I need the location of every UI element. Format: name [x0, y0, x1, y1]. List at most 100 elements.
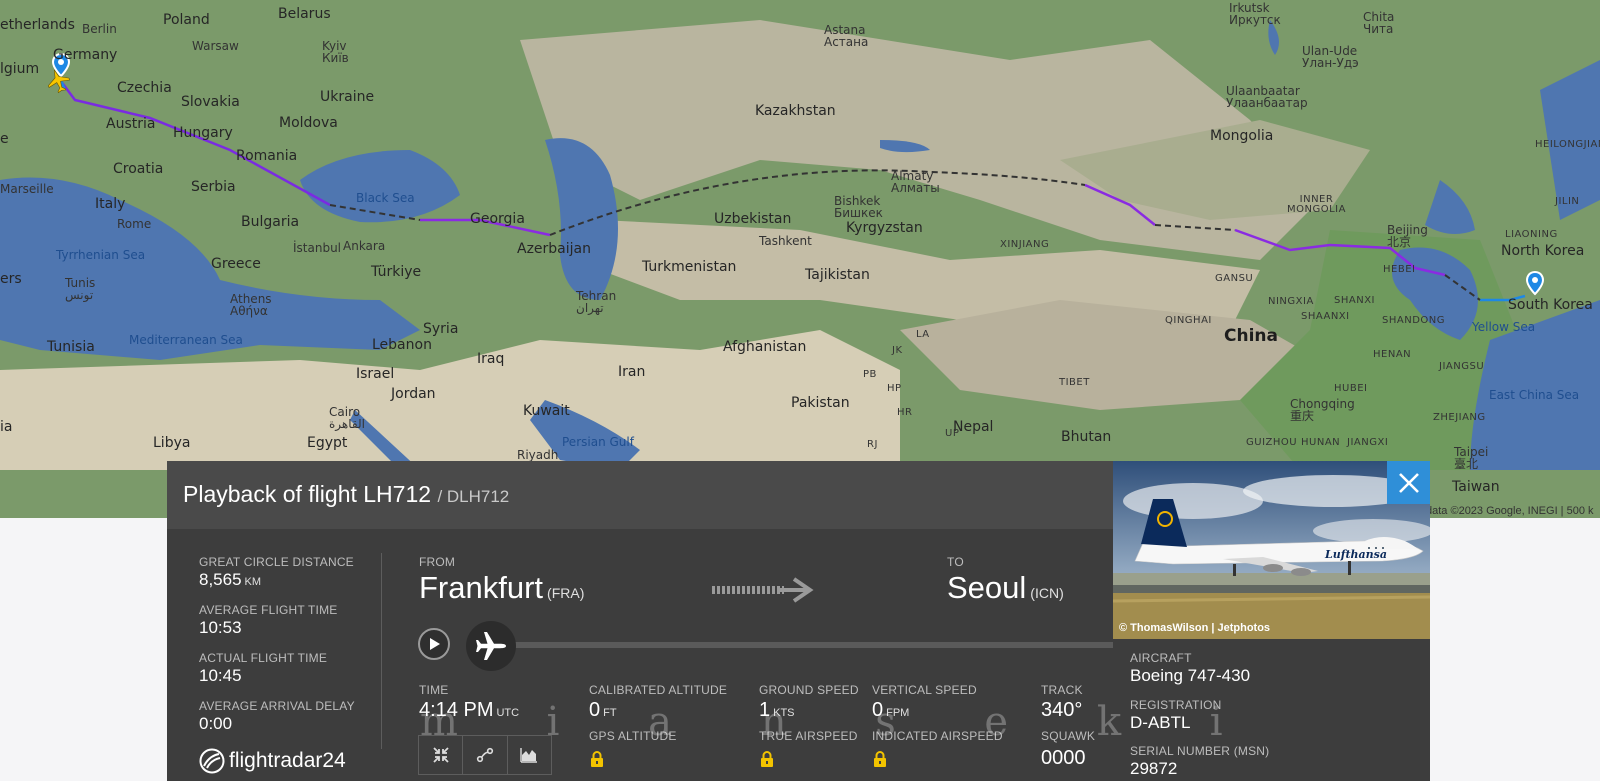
map-label: HUBEI [1334, 383, 1368, 394]
map-label: INNER MONGOLIA [1287, 194, 1346, 215]
play-button[interactable] [418, 628, 450, 660]
map-label: Slovakia [181, 94, 240, 110]
gps-altitude-label: GPS ALTITUDE [589, 729, 677, 743]
map-label: Azerbaijan [517, 241, 591, 257]
map-label: SHAANXI [1301, 311, 1350, 322]
map-label: Rome [117, 217, 152, 231]
map-label: HP [887, 383, 902, 394]
map-label: Germany [53, 47, 118, 63]
map-label: SHANDONG [1382, 315, 1445, 326]
serial-number-value: 29872 [1130, 759, 1178, 778]
vertical-speed-unit: FPM [886, 707, 910, 719]
map-label: Greece [211, 256, 261, 272]
map-label: UP [945, 428, 960, 439]
map-label: lgium [0, 61, 40, 77]
ground-speed-value: 1 KTS [759, 699, 795, 722]
map-label: Tajikistan [805, 267, 870, 283]
panel-header: Playback of flight LH712 / DLH712 [167, 461, 1113, 529]
close-button[interactable] [1387, 461, 1430, 504]
map-label: China [1224, 326, 1278, 346]
map-label: Georgia [470, 211, 525, 227]
map-label: Türkiye [371, 264, 422, 280]
map-label: Romania [236, 148, 298, 164]
altitude-number: 0 [589, 699, 601, 721]
map-label: Mediterranean Sea [129, 333, 243, 347]
map-label: Kyrgyzstan [846, 220, 923, 236]
average-flight-time-value: 10:53 [199, 618, 242, 637]
from-label: FROM [419, 555, 456, 569]
map-label: XINJIANG [1000, 239, 1050, 250]
livery-text: Lufthansa [1324, 548, 1387, 561]
destination-code: (ICN) [1030, 585, 1064, 601]
map-label: Black Sea [356, 191, 415, 205]
average-arrival-delay-value: 0:00 [199, 714, 233, 733]
map-label: Warsaw [192, 39, 239, 53]
route-button[interactable] [463, 736, 508, 774]
radar-logo-icon [199, 748, 225, 774]
map-label: Syria [423, 321, 459, 337]
map-label: Ulan-Ude Улан-Удэ [1302, 44, 1359, 70]
route-arrow-icon [712, 577, 814, 603]
collapse-view-button[interactable] [419, 736, 464, 774]
flight-map[interactable]: etherlands Berlin Poland Belarus lgium G… [0, 0, 1600, 518]
time-value: 4:14 PM UTC [419, 699, 519, 722]
map-label: SHANXI [1334, 295, 1375, 306]
registration-label: REGISTRATION [1130, 698, 1222, 712]
collapse-icon [433, 747, 449, 763]
map-label: Austria [106, 116, 156, 132]
map-copyright: data ©2023 Google, INEGI | 500 k [1426, 505, 1594, 517]
map-label: JK [892, 345, 903, 356]
map-label: Egypt [307, 435, 348, 451]
map-label: Libya [153, 435, 191, 451]
distance-unit: KM [244, 576, 262, 588]
graph-button[interactable] [508, 736, 551, 774]
time-label: TIME [419, 683, 449, 697]
track-value: 340° [1041, 699, 1083, 721]
map-label: ZHEJIANG [1433, 412, 1486, 423]
lock-icon [761, 751, 773, 767]
flight-title: Playback of flight LH712 [183, 481, 432, 507]
map-label: Irkutsk Иркутск [1229, 1, 1281, 27]
origin-city: Frankfurt (FRA) [419, 570, 584, 606]
map-label: Moldova [279, 115, 338, 131]
playback-slider-handle[interactable] [466, 621, 516, 671]
map-label: Bishkek Бишкек [834, 194, 883, 220]
map-label: Afghanistan [723, 339, 807, 355]
map-label: Serbia [191, 179, 236, 195]
airplane-icon [476, 632, 506, 660]
map-label: Ankara [343, 239, 386, 253]
playback-panel: Playback of flight LH712 / DLH712 GREAT … [167, 461, 1233, 781]
great-circle-distance-label: GREAT CIRCLE DISTANCE [199, 555, 354, 569]
ground-speed-label: GROUND SPEED [759, 683, 859, 697]
map-label: North Korea [1501, 243, 1585, 259]
map-label: Cairo القاهرة [329, 405, 365, 431]
map-label: Croatia [113, 161, 164, 177]
map-label: HEBEI [1383, 264, 1416, 275]
map-label: Riyadh [517, 448, 559, 462]
map-label: Bulgaria [241, 214, 300, 230]
map-label: GANSU [1215, 273, 1254, 284]
map-label: Israel [356, 366, 395, 382]
map-label: Taiwan [1452, 479, 1500, 495]
calibrated-altitude-label: CALIBRATED ALTITUDE [589, 683, 728, 697]
map-label: Chongqing 重庆 [1290, 397, 1355, 423]
map-label: HEILONGJIAN [1535, 139, 1600, 150]
map-label: Marseille [0, 182, 54, 196]
map-label: Athens Αθήνα [230, 292, 272, 318]
logo-text: flightradar24 [229, 749, 346, 772]
lock-icon [591, 751, 603, 767]
map-label: RJ [867, 439, 878, 450]
destination-city: Seoul (ICN) [947, 570, 1064, 606]
track-label: TRACK [1041, 683, 1083, 697]
divider [381, 553, 382, 749]
actual-flight-time-value: 10:45 [199, 666, 242, 685]
map-label: ers [0, 271, 22, 287]
map-label: Kazakhstan [755, 103, 836, 119]
serial-number-label: SERIAL NUMBER (MSN) [1130, 744, 1270, 758]
map-label: Kuwait [523, 403, 570, 419]
map-label: HR [897, 407, 913, 418]
map-label: Bhutan [1061, 429, 1112, 445]
distance-number: 8,565 [199, 570, 242, 589]
map-label: HENAN [1373, 349, 1412, 360]
map-label: Berlin [82, 22, 117, 36]
